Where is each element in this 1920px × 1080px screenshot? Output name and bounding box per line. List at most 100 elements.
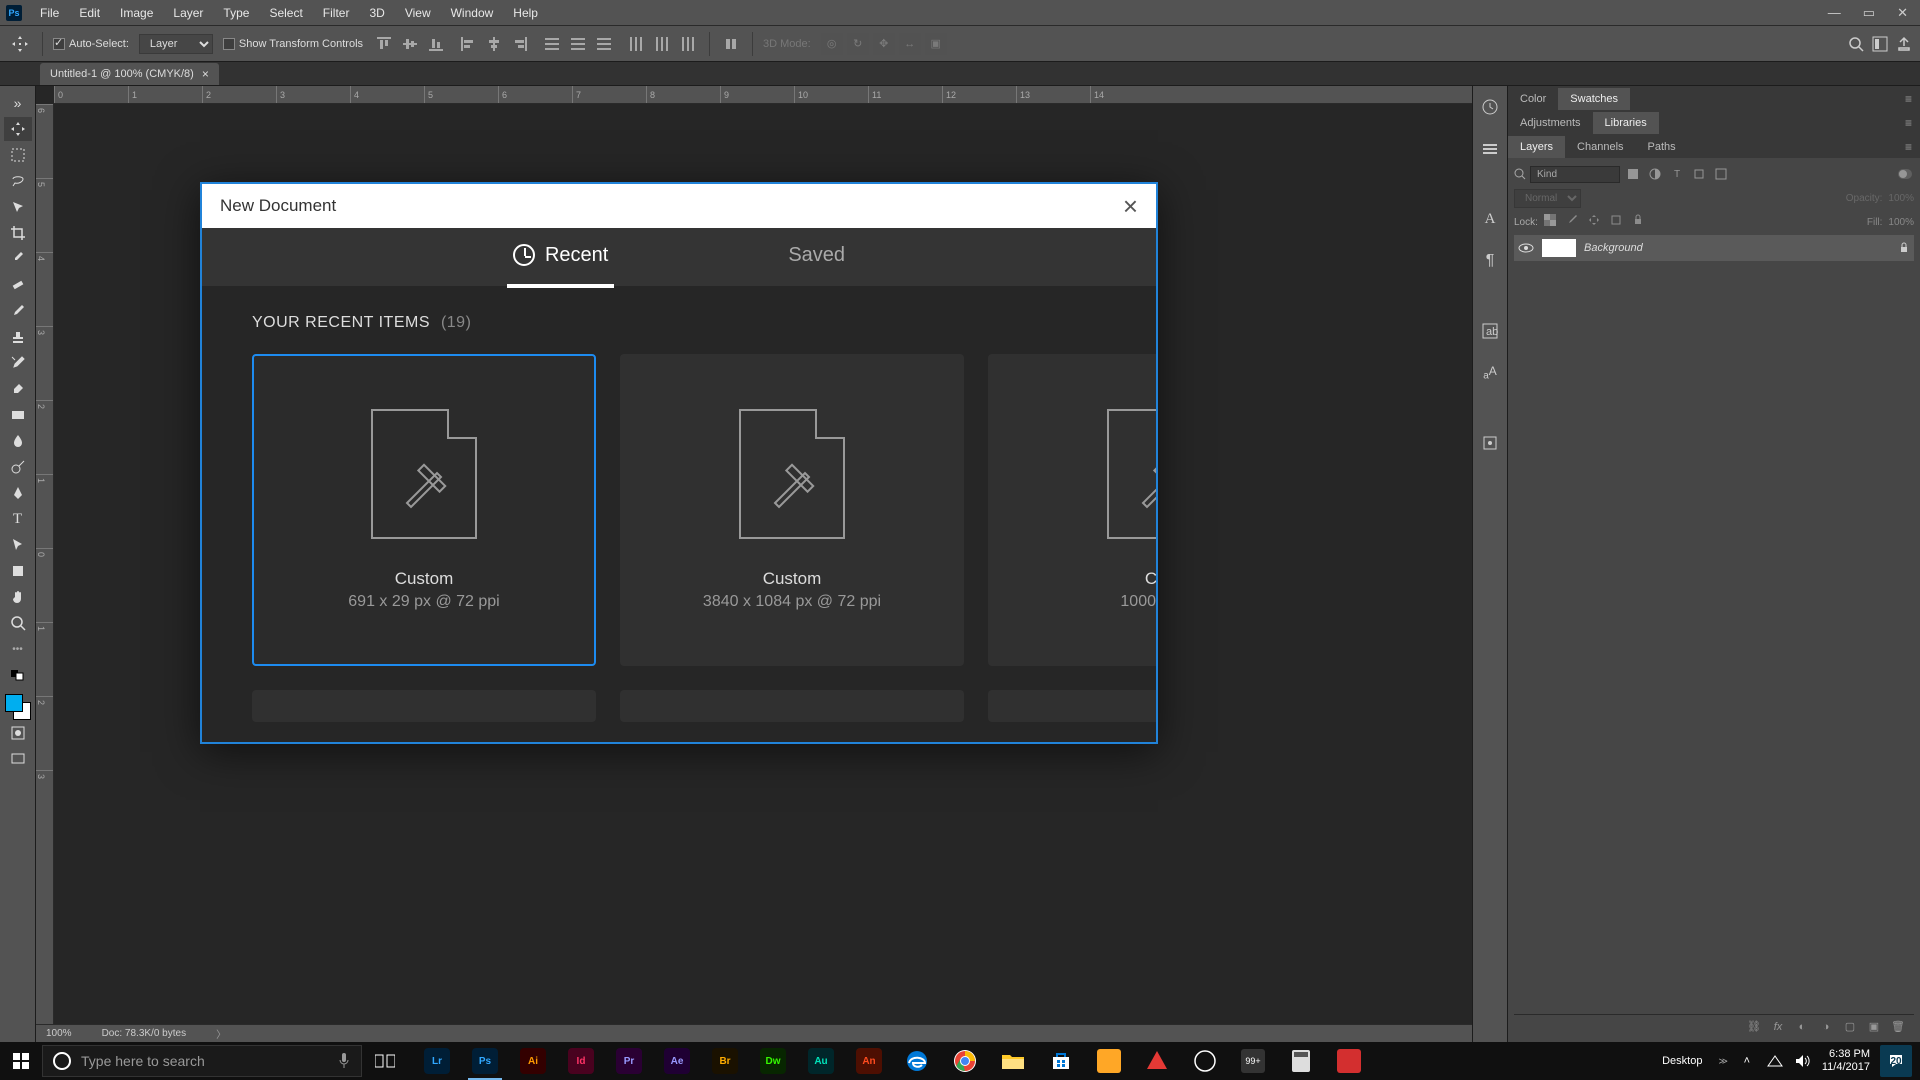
- window-restore-icon[interactable]: ▭: [1857, 3, 1881, 23]
- menu-3d[interactable]: 3D: [359, 2, 394, 24]
- filter-smart-icon[interactable]: [1712, 165, 1730, 183]
- layer-group-icon[interactable]: ▢: [1842, 1019, 1858, 1035]
- taskbar-app-aftereffects[interactable]: Ae: [654, 1042, 700, 1080]
- preset-card[interactable]: [620, 690, 964, 722]
- panel-menu-icon[interactable]: ≡: [1897, 112, 1920, 134]
- taskbar-app-premiere[interactable]: Pr: [606, 1042, 652, 1080]
- tab-recent[interactable]: Recent: [513, 244, 608, 271]
- tab-color[interactable]: Color: [1508, 88, 1558, 110]
- paragraph-panel-icon[interactable]: ¶: [1477, 248, 1503, 274]
- filter-adjustment-icon[interactable]: [1646, 165, 1664, 183]
- start-button[interactable]: [0, 1042, 42, 1080]
- hand-tool[interactable]: [4, 585, 32, 609]
- taskbar-search[interactable]: Type here to search: [42, 1045, 362, 1077]
- align-right-icon[interactable]: [509, 33, 531, 55]
- blend-mode-select[interactable]: Normal: [1514, 189, 1581, 208]
- search-icon[interactable]: [1848, 36, 1864, 52]
- ruler-vertical[interactable]: 6543210123: [36, 104, 54, 1042]
- menu-filter[interactable]: Filter: [313, 2, 360, 24]
- align-top-icon[interactable]: [373, 33, 395, 55]
- auto-select-target-select[interactable]: Layer: [139, 34, 213, 54]
- preset-card[interactable]: [252, 690, 596, 722]
- tray-volume-icon[interactable]: [1794, 1052, 1812, 1070]
- tab-paths[interactable]: Paths: [1636, 136, 1688, 158]
- distribute-vcenter-icon[interactable]: [567, 33, 589, 55]
- distribute-hcenter-icon[interactable]: [651, 33, 673, 55]
- tray-clock[interactable]: 6:38 PM 11/4/2017: [1822, 1048, 1870, 1074]
- layer-locked-icon[interactable]: [1898, 242, 1910, 254]
- menu-view[interactable]: View: [395, 2, 441, 24]
- path-select-tool[interactable]: [4, 533, 32, 557]
- eyedropper-tool[interactable]: [4, 247, 32, 271]
- default-colors-icon[interactable]: [4, 663, 32, 687]
- filter-search-icon[interactable]: [1514, 168, 1526, 180]
- taskbar-app-generic1[interactable]: [1086, 1042, 1132, 1080]
- layer-name[interactable]: Background: [1584, 242, 1643, 254]
- tab-channels[interactable]: Channels: [1565, 136, 1635, 158]
- layer-thumbnail[interactable]: [1542, 239, 1576, 257]
- taskbar-app-generic5[interactable]: [1326, 1042, 1372, 1080]
- fill-value[interactable]: 100%: [1888, 217, 1914, 228]
- menu-select[interactable]: Select: [259, 2, 312, 24]
- tray-network-icon[interactable]: [1766, 1052, 1784, 1070]
- ruler-horizontal[interactable]: 01234567891011121314: [54, 86, 1472, 104]
- blur-tool[interactable]: [4, 429, 32, 453]
- panel-menu-icon[interactable]: ≡: [1897, 136, 1920, 158]
- menu-layer[interactable]: Layer: [163, 2, 213, 24]
- tab-layers[interactable]: Layers: [1508, 136, 1565, 158]
- align-vcenter-icon[interactable]: [399, 33, 421, 55]
- lock-pixels-icon[interactable]: [1566, 214, 1582, 230]
- preset-card[interactable]: Custom 3840 x 1084 px @ 72 ppi: [620, 354, 964, 666]
- taskbar-app-chrome[interactable]: [942, 1042, 988, 1080]
- layer-row-background[interactable]: Background: [1514, 235, 1914, 261]
- share-icon[interactable]: [1896, 36, 1912, 52]
- taskbar-app-generic3[interactable]: [1182, 1042, 1228, 1080]
- align-left-icon[interactable]: [457, 33, 479, 55]
- taskbar-app-generic4[interactable]: 99+: [1230, 1042, 1276, 1080]
- screenmode-tool[interactable]: [4, 747, 32, 771]
- layer-mask-icon[interactable]: ◐: [1794, 1019, 1810, 1035]
- auto-select-checkbox[interactable]: Auto-Select:: [53, 38, 129, 50]
- show-transform-checkbox[interactable]: Show Transform Controls: [223, 38, 363, 50]
- tray-chevron-icon[interactable]: ˄: [1738, 1052, 1756, 1070]
- edit-toolbar-icon[interactable]: •••: [4, 637, 32, 661]
- tray-notifications-icon[interactable]: 20: [1880, 1045, 1912, 1077]
- zoom-level[interactable]: 100%: [46, 1028, 72, 1039]
- new-layer-icon[interactable]: ▣: [1866, 1019, 1882, 1035]
- color-swatches[interactable]: [5, 694, 31, 720]
- properties-panel-icon[interactable]: [1477, 136, 1503, 162]
- pen-tool[interactable]: [4, 481, 32, 505]
- lock-all-icon[interactable]: [1632, 214, 1648, 230]
- taskbar-app-bridge[interactable]: Br: [702, 1042, 748, 1080]
- tab-saved[interactable]: Saved: [788, 244, 845, 271]
- task-view-icon[interactable]: [362, 1042, 408, 1080]
- taskbar-app-calculator[interactable]: [1278, 1042, 1324, 1080]
- distribute-bottom-icon[interactable]: [593, 33, 615, 55]
- healing-tool[interactable]: [4, 273, 32, 297]
- quickselect-tool[interactable]: [4, 195, 32, 219]
- arrange-docs-icon[interactable]: [1872, 36, 1888, 52]
- taskbar-app-lightroom[interactable]: Lr: [414, 1042, 460, 1080]
- filter-shape-icon[interactable]: [1690, 165, 1708, 183]
- window-minimize-icon[interactable]: —: [1822, 3, 1847, 23]
- auto-align-icon[interactable]: [720, 33, 742, 55]
- filter-pixel-icon[interactable]: [1624, 165, 1642, 183]
- stamp-tool[interactable]: [4, 325, 32, 349]
- dodge-tool[interactable]: [4, 455, 32, 479]
- link-layers-icon[interactable]: ⛓: [1746, 1019, 1762, 1035]
- tab-adjustments[interactable]: Adjustments: [1508, 112, 1593, 134]
- close-dialog-icon[interactable]: ×: [1123, 191, 1138, 222]
- lock-artboard-icon[interactable]: [1610, 214, 1626, 230]
- tab-libraries[interactable]: Libraries: [1593, 112, 1659, 134]
- mic-icon[interactable]: [337, 1052, 351, 1070]
- menu-window[interactable]: Window: [441, 2, 504, 24]
- dialog-titlebar[interactable]: New Document ×: [202, 184, 1156, 228]
- window-close-icon[interactable]: ✕: [1891, 3, 1914, 23]
- lock-position-icon[interactable]: [1588, 214, 1604, 230]
- layer-fx-icon[interactable]: fx: [1770, 1019, 1786, 1035]
- shape-tool[interactable]: [4, 559, 32, 583]
- gradient-tool[interactable]: [4, 403, 32, 427]
- distribute-top-icon[interactable]: [541, 33, 563, 55]
- doc-info[interactable]: Doc: 78.3K/0 bytes: [102, 1028, 187, 1039]
- menu-file[interactable]: File: [30, 2, 69, 24]
